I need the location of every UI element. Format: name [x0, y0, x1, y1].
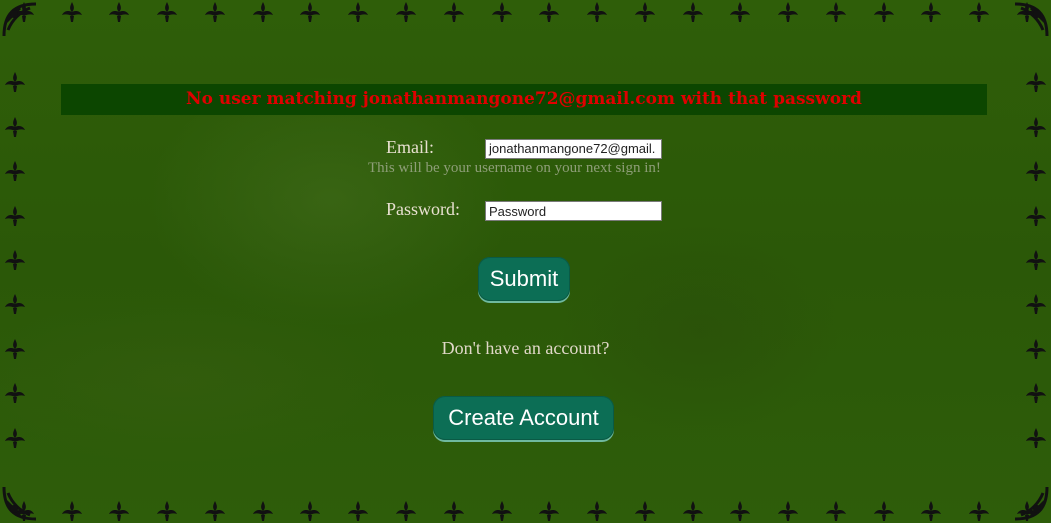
fleur-de-lis-icon: [347, 1, 369, 23]
fleur-de-lis-icon: [1025, 382, 1047, 404]
fleur-de-lis-icon: [920, 500, 942, 522]
fleur-de-lis-icon: [4, 71, 26, 93]
fleur-de-lis-icon: [682, 500, 704, 522]
password-label: Password:: [386, 199, 461, 219]
fleur-de-lis-icon: [491, 500, 513, 522]
email-label: Email:: [386, 137, 434, 157]
fleur-de-lis-icon: [156, 500, 178, 522]
fleur-de-lis-icon: [299, 500, 321, 522]
fleur-de-lis-icon: [538, 1, 560, 23]
fleur-de-lis-icon: [108, 1, 130, 23]
fleur-de-lis-icon: [777, 500, 799, 522]
fleur-de-lis-icon: [4, 160, 26, 182]
fleur-de-lis-icon: [538, 500, 560, 522]
fleur-de-lis-icon: [204, 1, 226, 23]
fleur-de-lis-icon: [4, 249, 26, 271]
fleur-de-lis-icon: [682, 1, 704, 23]
fleur-de-lis-icon: [4, 205, 26, 227]
fleur-de-lis-icon: [347, 500, 369, 522]
fleur-de-lis-icon: [1025, 249, 1047, 271]
fleur-de-lis-icon: [586, 500, 608, 522]
fleur-de-lis-icon: [873, 500, 895, 522]
fleur-de-lis-icon: [443, 500, 465, 522]
fleur-de-lis-icon: [4, 382, 26, 404]
fleur-de-lis-icon: [156, 1, 178, 23]
fleur-de-lis-icon: [586, 1, 608, 23]
fleur-de-lis-icon: [873, 1, 895, 23]
fleur-de-lis-icon: [634, 1, 656, 23]
fleur-de-lis-icon: [252, 500, 274, 522]
fleur-de-lis-icon: [108, 500, 130, 522]
corner-ornament-icon: [1014, 2, 1049, 37]
fleur-de-lis-icon: [61, 500, 83, 522]
fleur-de-lis-icon: [1025, 71, 1047, 93]
password-field[interactable]: [485, 201, 662, 221]
fleur-de-lis-icon: [61, 1, 83, 23]
fleur-de-lis-icon: [299, 1, 321, 23]
fleur-de-lis-icon: [443, 1, 465, 23]
fleur-de-lis-icon: [1025, 116, 1047, 138]
fleur-de-lis-icon: [825, 1, 847, 23]
fleur-de-lis-icon: [491, 1, 513, 23]
fleur-de-lis-icon: [634, 500, 656, 522]
fleur-de-lis-icon: [968, 500, 990, 522]
fleur-de-lis-icon: [1025, 427, 1047, 449]
border-right: [1021, 60, 1051, 460]
fleur-de-lis-icon: [4, 293, 26, 315]
fleur-de-lis-icon: [729, 1, 751, 23]
fleur-de-lis-icon: [920, 1, 942, 23]
fleur-de-lis-icon: [1025, 205, 1047, 227]
fleur-de-lis-icon: [252, 1, 274, 23]
corner-ornament-icon: [2, 2, 37, 37]
submit-button[interactable]: Submit: [478, 257, 570, 301]
email-hint: This will be your username on your next …: [368, 160, 661, 176]
fleur-de-lis-icon: [204, 500, 226, 522]
fleur-de-lis-icon: [4, 116, 26, 138]
fleur-de-lis-icon: [825, 500, 847, 522]
fleur-de-lis-icon: [395, 1, 417, 23]
fleur-de-lis-icon: [395, 500, 417, 522]
fleur-de-lis-icon: [1025, 293, 1047, 315]
fleur-de-lis-icon: [4, 427, 26, 449]
border-bottom: [0, 499, 1051, 523]
create-account-button[interactable]: Create Account: [433, 396, 614, 440]
corner-ornament-icon: [2, 486, 37, 521]
border-left: [0, 60, 30, 460]
fleur-de-lis-icon: [1025, 160, 1047, 182]
no-account-prompt: Don't have an account?: [441, 338, 610, 358]
fleur-de-lis-icon: [729, 500, 751, 522]
fleur-de-lis-icon: [968, 1, 990, 23]
corner-ornament-icon: [1014, 486, 1049, 521]
email-field[interactable]: jonathanmangone72@gmail.: [485, 139, 662, 159]
border-top: [0, 0, 1051, 24]
fleur-de-lis-icon: [777, 1, 799, 23]
error-message: No user matching jonathanmangone72@gmail…: [61, 84, 987, 115]
